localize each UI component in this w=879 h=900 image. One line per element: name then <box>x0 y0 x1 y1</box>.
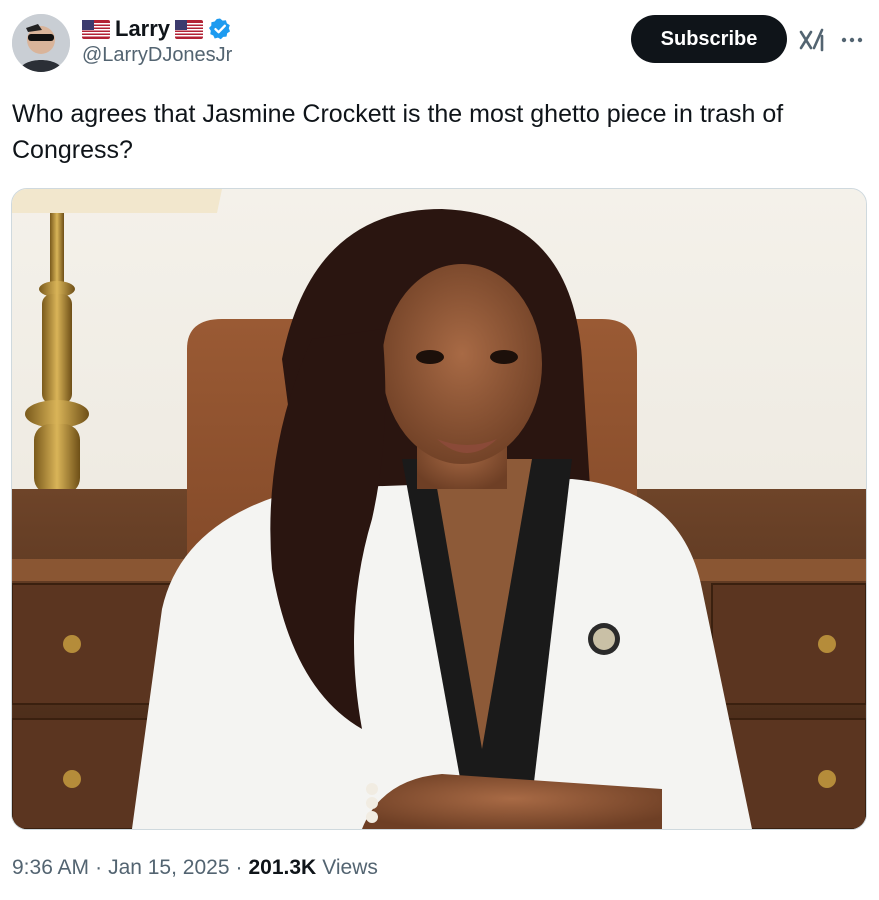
us-flag-icon <box>175 19 204 39</box>
tweet-photo[interactable] <box>11 188 867 830</box>
views-count: 201.3K <box>248 856 317 879</box>
more-icon[interactable] <box>838 26 866 54</box>
author-handle[interactable]: @LarryDJonesJr <box>82 44 232 67</box>
avatar[interactable] <box>12 14 70 72</box>
meta-separator: · <box>235 856 243 879</box>
tweet-meta: 9:36 AM · Jan 15, 2025 · 201.3K Views <box>12 856 378 880</box>
verified-badge-icon <box>208 17 232 41</box>
author-name[interactable]: Larry <box>115 16 170 42</box>
us-flag-icon <box>82 19 110 39</box>
name-row: Larry <box>82 16 232 42</box>
tweet-time[interactable]: 9:36 AM <box>12 856 89 880</box>
grok-icon[interactable] <box>798 26 826 54</box>
tweet-text: Who agrees that Jasmine Crockett is the … <box>12 100 784 164</box>
tweet-header: Larry @LarryDJonesJr Subscribe <box>12 14 867 74</box>
photo-illustration <box>12 189 866 829</box>
tweet-date[interactable]: Jan 15, 2025 <box>108 856 229 880</box>
subscribe-button[interactable]: Subscribe <box>631 15 787 63</box>
meta-separator: · <box>95 856 103 879</box>
author-block: Larry @LarryDJonesJr <box>82 16 232 67</box>
views-label: Views <box>322 856 378 879</box>
